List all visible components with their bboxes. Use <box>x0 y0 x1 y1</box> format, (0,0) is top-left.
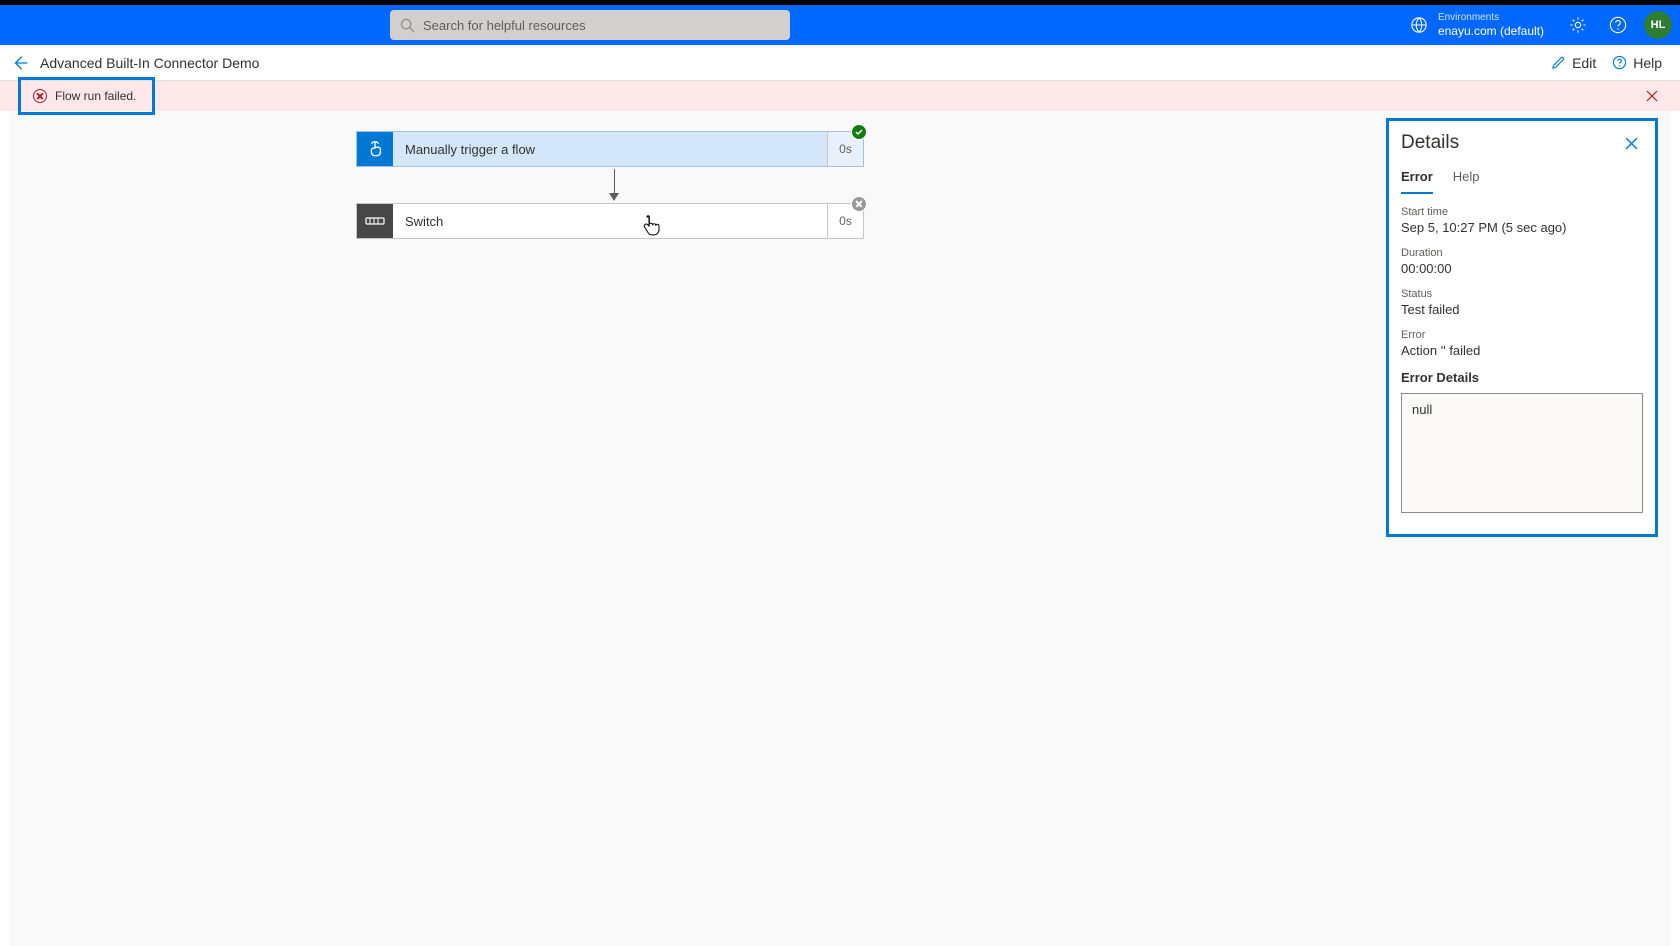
details-close-button[interactable] <box>1619 131 1643 155</box>
switch-title: Switch <box>393 204 827 238</box>
switch-icon-box <box>357 204 393 238</box>
duration-group: Duration 00:00:00 <box>1401 247 1643 276</box>
question-icon <box>1609 16 1627 34</box>
flow-container: Manually trigger a flow 0s <box>356 131 864 239</box>
environment-switcher[interactable]: Environments enayu.com (default) <box>1410 12 1544 38</box>
back-button[interactable] <box>0 45 40 81</box>
error-value: Action '' failed <box>1401 343 1643 358</box>
banner-close-button[interactable] <box>1640 84 1664 108</box>
search-icon <box>400 18 415 33</box>
pencil-icon <box>1551 55 1566 70</box>
status-value: Test failed <box>1401 302 1643 317</box>
trigger-step[interactable]: Manually trigger a flow 0s <box>356 131 864 167</box>
connector-arrow <box>609 169 619 201</box>
switch-icon <box>365 215 385 227</box>
question-circle-icon <box>1612 55 1627 70</box>
tab-error[interactable]: Error <box>1401 165 1433 194</box>
environment-name: enayu.com (default) <box>1438 24 1544 38</box>
page-title: Advanced Built-In Connector Demo <box>40 55 259 71</box>
success-badge <box>851 124 867 140</box>
switch-step[interactable]: Switch 0s <box>356 203 864 239</box>
start-time-label: Start time <box>1401 206 1643 218</box>
tab-help[interactable]: Help <box>1453 165 1480 194</box>
error-banner: Flow run failed. <box>0 81 1680 111</box>
error-details-box[interactable] <box>1401 393 1643 513</box>
details-panel: Details Error Help Start time Sep 5, 10:… <box>1386 118 1658 537</box>
error-circle-icon <box>33 89 47 103</box>
details-header: Details <box>1389 121 1655 161</box>
trigger-title: Manually trigger a flow <box>393 132 827 166</box>
arrow-line <box>614 169 615 193</box>
search-input[interactable] <box>423 18 790 33</box>
help-label: Help <box>1633 55 1662 71</box>
details-body: Start time Sep 5, 10:27 PM (5 sec ago) D… <box>1389 194 1655 534</box>
check-icon <box>854 127 864 137</box>
trigger-icon-box <box>357 132 393 166</box>
duration-label: Duration <box>1401 247 1643 259</box>
page-actions: Edit Help <box>1551 55 1662 71</box>
status-label: Status <box>1401 288 1643 300</box>
start-time-value: Sep 5, 10:27 PM (5 sec ago) <box>1401 220 1643 235</box>
start-time-group: Start time Sep 5, 10:27 PM (5 sec ago) <box>1401 206 1643 235</box>
gear-icon <box>1569 16 1587 34</box>
details-tabs: Error Help <box>1389 161 1655 194</box>
close-icon <box>1625 137 1638 150</box>
help-action-button[interactable]: Help <box>1612 55 1662 71</box>
arrow-left-icon <box>11 54 29 72</box>
fail-badge <box>851 196 867 212</box>
error-label: Error <box>1401 329 1643 341</box>
top-bar: Environments enayu.com (default) HL <box>0 5 1680 45</box>
close-icon <box>1646 90 1658 102</box>
flow-canvas[interactable]: Manually trigger a flow 0s <box>10 111 1670 946</box>
avatar[interactable]: HL <box>1644 11 1672 39</box>
search-box[interactable] <box>390 10 790 40</box>
top-bar-right: Environments enayu.com (default) HL <box>1410 7 1672 43</box>
workspace: Manually trigger a flow 0s <box>0 111 1680 946</box>
error-group: Error Action '' failed <box>1401 329 1643 358</box>
arrow-head-icon <box>609 193 619 201</box>
error-details-label: Error Details <box>1401 370 1643 385</box>
banner-message: Flow run failed. <box>55 89 136 103</box>
environments-label: Environments <box>1438 12 1544 24</box>
tap-icon <box>366 140 384 158</box>
settings-button[interactable] <box>1560 7 1596 43</box>
page-header: Advanced Built-In Connector Demo Edit He… <box>0 45 1680 81</box>
details-title: Details <box>1401 132 1459 154</box>
duration-value: 00:00:00 <box>1401 261 1643 276</box>
edit-button[interactable]: Edit <box>1551 55 1596 71</box>
status-group: Status Test failed <box>1401 288 1643 317</box>
help-button[interactable] <box>1600 7 1636 43</box>
edit-label: Edit <box>1572 55 1596 71</box>
globe-icon <box>1410 16 1428 34</box>
banner-highlight: Flow run failed. <box>18 77 155 115</box>
